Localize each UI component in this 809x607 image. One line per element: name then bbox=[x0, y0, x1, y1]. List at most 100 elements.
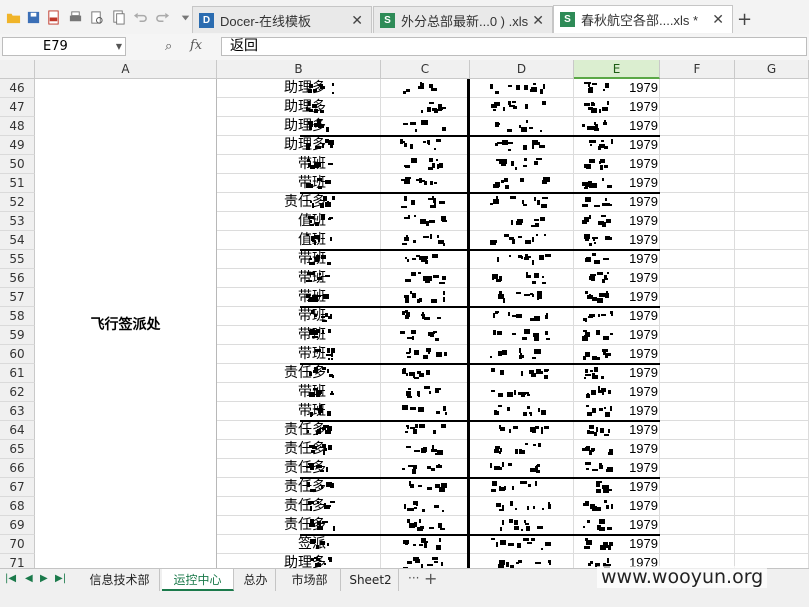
row-header[interactable]: 53 bbox=[0, 212, 35, 231]
cell-e[interactable]: 1979 bbox=[574, 136, 660, 155]
cell-g[interactable] bbox=[735, 269, 809, 288]
cell-c[interactable] bbox=[381, 421, 470, 440]
cell-f[interactable] bbox=[660, 174, 735, 193]
cell-f[interactable] bbox=[660, 307, 735, 326]
row-header[interactable]: 55 bbox=[0, 250, 35, 269]
cell-e[interactable]: 1979 bbox=[574, 516, 660, 535]
zoom-icon[interactable]: ⌕ bbox=[165, 39, 172, 54]
cell-g[interactable] bbox=[735, 383, 809, 402]
cell-c[interactable] bbox=[381, 516, 470, 535]
cell-g[interactable] bbox=[735, 440, 809, 459]
sheet-tab[interactable]: 市场部 bbox=[279, 569, 341, 591]
row-header[interactable]: 60 bbox=[0, 345, 35, 364]
sheet-tab[interactable]: 信息技术部 bbox=[80, 569, 160, 591]
cell-e[interactable]: 1979 bbox=[574, 307, 660, 326]
column-header-c[interactable]: C bbox=[381, 60, 470, 79]
cell-c[interactable] bbox=[381, 136, 470, 155]
cell-d[interactable] bbox=[470, 421, 574, 440]
cell-f[interactable] bbox=[660, 516, 735, 535]
cell-b[interactable]: 助理多 bbox=[217, 79, 381, 98]
cell-f[interactable] bbox=[660, 212, 735, 231]
cell-g[interactable] bbox=[735, 174, 809, 193]
cell-b[interactable]: 带班 bbox=[217, 288, 381, 307]
cell-f[interactable] bbox=[660, 288, 735, 307]
cell-d[interactable] bbox=[470, 174, 574, 193]
name-box[interactable]: E79 ▼ bbox=[2, 37, 126, 56]
cell-d[interactable] bbox=[470, 155, 574, 174]
cell-c[interactable] bbox=[381, 497, 470, 516]
cell-b[interactable]: 助理多 bbox=[217, 117, 381, 136]
column-header-f[interactable]: F bbox=[660, 60, 735, 79]
undo-icon[interactable] bbox=[132, 9, 148, 25]
cell-e[interactable]: 1979 bbox=[574, 269, 660, 288]
cell-d[interactable] bbox=[470, 535, 574, 554]
cell-b[interactable]: 责任多 bbox=[217, 497, 381, 516]
cell-g[interactable] bbox=[735, 136, 809, 155]
cell-d[interactable] bbox=[470, 459, 574, 478]
row-header[interactable]: 56 bbox=[0, 269, 35, 288]
row-header[interactable]: 49 bbox=[0, 136, 35, 155]
cell-d[interactable] bbox=[470, 136, 574, 155]
cell-c[interactable] bbox=[381, 554, 470, 568]
cell-d[interactable] bbox=[470, 402, 574, 421]
cell-d[interactable] bbox=[470, 307, 574, 326]
row-header[interactable]: 65 bbox=[0, 440, 35, 459]
cell-c[interactable] bbox=[381, 193, 470, 212]
new-tab-button[interactable]: + bbox=[737, 9, 752, 30]
cell-b[interactable]: 带班 bbox=[217, 155, 381, 174]
cell-b[interactable]: 带班 bbox=[217, 307, 381, 326]
cell-b[interactable]: 带班 bbox=[217, 174, 381, 193]
cell-c[interactable] bbox=[381, 231, 470, 250]
row-header[interactable]: 68 bbox=[0, 497, 35, 516]
cell-f[interactable] bbox=[660, 421, 735, 440]
sheet-tab[interactable]: Sheet2 bbox=[343, 569, 399, 591]
cell-f[interactable] bbox=[660, 250, 735, 269]
cell-d[interactable] bbox=[470, 269, 574, 288]
merged-cell-a[interactable]: 飞行签派处 bbox=[35, 79, 217, 568]
cell-b[interactable]: 责任多 bbox=[217, 421, 381, 440]
cell-b[interactable]: 助理多 bbox=[217, 136, 381, 155]
row-header[interactable]: 62 bbox=[0, 383, 35, 402]
cell-f[interactable] bbox=[660, 497, 735, 516]
more-sheets-icon[interactable]: ··· bbox=[408, 571, 419, 585]
row-header[interactable]: 57 bbox=[0, 288, 35, 307]
cell-g[interactable] bbox=[735, 193, 809, 212]
print-preview-icon[interactable] bbox=[88, 9, 104, 25]
row-header[interactable]: 47 bbox=[0, 98, 35, 117]
first-sheet-icon[interactable]: |◀ bbox=[5, 573, 16, 584]
close-icon[interactable]: ✕ bbox=[712, 11, 724, 28]
cell-g[interactable] bbox=[735, 478, 809, 497]
cell-g[interactable] bbox=[735, 155, 809, 174]
cell-b[interactable]: 责任多 bbox=[217, 440, 381, 459]
cell-g[interactable] bbox=[735, 535, 809, 554]
column-header-b[interactable]: B bbox=[217, 60, 381, 79]
cell-b[interactable]: 助理多 bbox=[217, 98, 381, 117]
prev-sheet-icon[interactable]: ◀ bbox=[25, 573, 33, 584]
cell-d[interactable] bbox=[470, 79, 574, 98]
cell-b[interactable]: 责任多 bbox=[217, 193, 381, 212]
chevron-down-icon[interactable]: ▼ bbox=[116, 38, 122, 55]
row-header[interactable]: 71 bbox=[0, 554, 35, 568]
row-header[interactable]: 52 bbox=[0, 193, 35, 212]
print-icon[interactable] bbox=[67, 9, 83, 25]
cell-b[interactable]: 带班 bbox=[217, 402, 381, 421]
cell-b[interactable]: 带班 bbox=[217, 345, 381, 364]
cell-g[interactable] bbox=[735, 497, 809, 516]
function-icon[interactable]: fx bbox=[190, 38, 202, 53]
row-header[interactable]: 69 bbox=[0, 516, 35, 535]
cell-b[interactable]: 带班 bbox=[217, 250, 381, 269]
close-icon[interactable]: ✕ bbox=[532, 12, 544, 29]
cell-g[interactable] bbox=[735, 307, 809, 326]
select-all-corner[interactable] bbox=[0, 60, 35, 79]
redo-icon[interactable] bbox=[154, 9, 170, 25]
cell-f[interactable] bbox=[660, 345, 735, 364]
cell-d[interactable] bbox=[470, 516, 574, 535]
formula-input[interactable]: 返回 bbox=[221, 37, 807, 56]
cell-f[interactable] bbox=[660, 117, 735, 136]
cell-d[interactable] bbox=[470, 250, 574, 269]
cell-f[interactable] bbox=[660, 326, 735, 345]
cell-d[interactable] bbox=[470, 554, 574, 568]
cell-c[interactable] bbox=[381, 326, 470, 345]
cell-f[interactable] bbox=[660, 155, 735, 174]
cell-e[interactable]: 1979 bbox=[574, 478, 660, 497]
